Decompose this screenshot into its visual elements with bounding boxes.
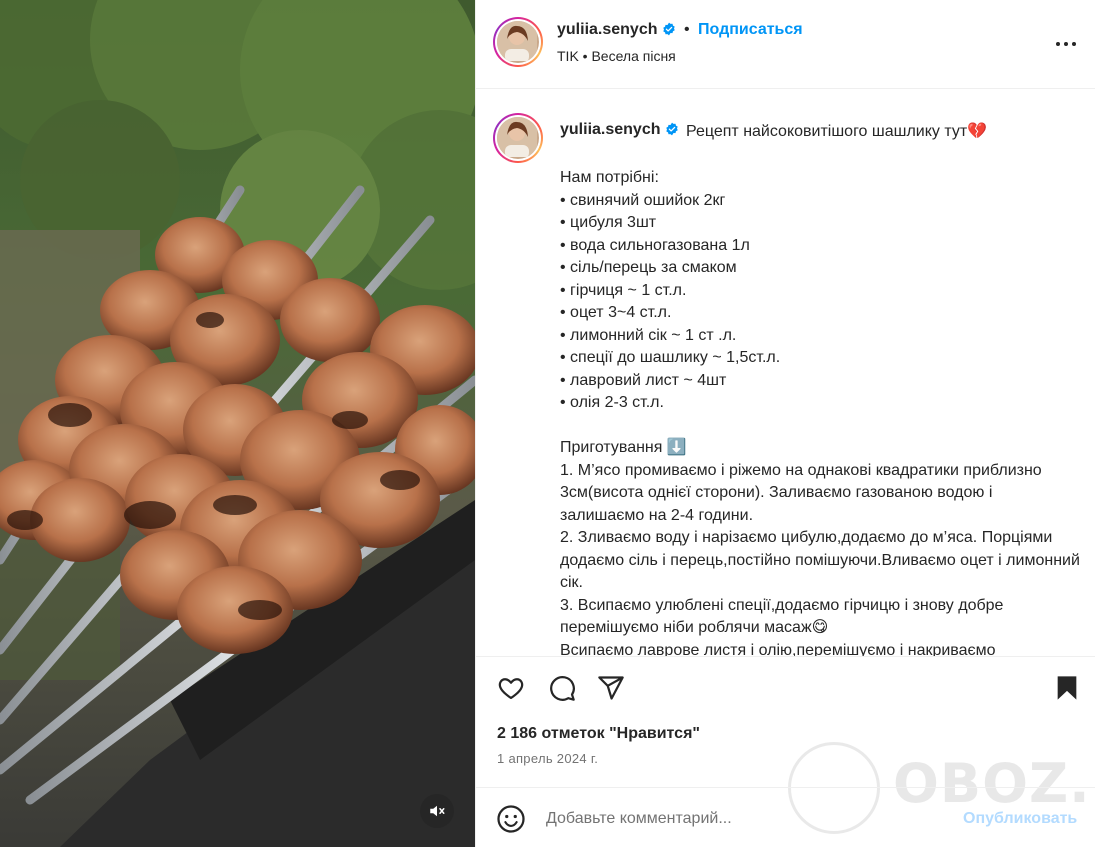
avatar-photo bbox=[497, 21, 537, 63]
ingredient-item: • лимонний сік ~ 1 ст .л. bbox=[560, 326, 737, 344]
verified-badge-icon bbox=[662, 22, 675, 36]
share-icon bbox=[598, 676, 624, 700]
ingredient-item: • сіль/перець за смаком bbox=[560, 259, 737, 276]
comment-bar: Опубликовать bbox=[476, 787, 1095, 847]
verified-badge-icon bbox=[665, 122, 678, 136]
post-side-panel: yuliia.senych • Подписаться TIK • Весела… bbox=[475, 0, 1095, 847]
ingredient-item: • свинячий ошийок 2кг bbox=[560, 191, 726, 209]
save-button[interactable] bbox=[1052, 673, 1082, 703]
step-paragraph: 3. Всипаємо улюблені спеції,додаємо гірч… bbox=[560, 596, 1004, 637]
ingredient-item: • лавровий лист ~ 4шт bbox=[560, 371, 727, 389]
comment-input[interactable] bbox=[546, 806, 966, 832]
caption-username[interactable]: yuliia.senych bbox=[560, 121, 679, 139]
post-header: yuliia.senych • Подписаться TIK • Весела… bbox=[476, 0, 1095, 89]
caption-title: Рецепт найсоковитішого шашлику тут💔 bbox=[686, 123, 988, 140]
caption-author-avatar[interactable] bbox=[493, 113, 543, 163]
heart-icon bbox=[498, 678, 524, 700]
author-avatar[interactable] bbox=[493, 17, 543, 67]
avatar-photo bbox=[497, 117, 537, 159]
post-date[interactable]: 1 апрель 2024 г. bbox=[497, 751, 598, 766]
share-button[interactable] bbox=[596, 673, 626, 703]
step-paragraph: Всипаємо лаврове листя і олію,перемішуєм… bbox=[560, 641, 996, 657]
follow-button[interactable]: Подписаться bbox=[698, 21, 803, 39]
post-actions-bar bbox=[476, 656, 1095, 716]
kebab-photo bbox=[0, 0, 475, 847]
more-icon bbox=[1056, 42, 1076, 46]
caption-scroll-area[interactable]: yuliia.senych Рецепт найсоковитішого шаш… bbox=[476, 90, 1095, 656]
comment-button[interactable] bbox=[547, 673, 577, 703]
more-options-button[interactable] bbox=[1052, 30, 1080, 58]
ingredient-item: • гірчиця ~ 1 ст.л. bbox=[560, 281, 687, 299]
ingredient-item: • цибуля 3шт bbox=[560, 214, 657, 231]
ingredient-item: • оцет 3~4 ст.л. bbox=[560, 304, 672, 321]
emoji-icon bbox=[497, 805, 525, 833]
step-paragraph: 2. Зливаємо воду і нарізаємо цибулю,дода… bbox=[560, 529, 1080, 591]
publish-button[interactable]: Опубликовать bbox=[963, 810, 1077, 828]
post-media-video[interactable] bbox=[0, 0, 475, 847]
caption-line: Нам потрібні: bbox=[560, 169, 659, 186]
likes-count[interactable]: 2 186 отметок "Нравится" bbox=[497, 725, 700, 743]
emoji-button[interactable] bbox=[496, 804, 526, 834]
author-username[interactable]: yuliia.senych bbox=[557, 21, 676, 39]
step-paragraph: 1. М’ясо промиваємо і ріжемо на однакові… bbox=[560, 461, 1042, 524]
caption-line: Приготування ⬇️ bbox=[560, 439, 687, 456]
bookmark-icon bbox=[1057, 676, 1077, 700]
ingredient-item: • вода сильногазована 1л bbox=[560, 236, 750, 254]
mute-button[interactable] bbox=[420, 794, 454, 828]
caption-body: Нам потрібні: • свинячий ошийок 2кг • ци… bbox=[560, 167, 1080, 656]
audio-track-link[interactable]: TIK • Весела пісня bbox=[557, 48, 676, 64]
volume-muted-icon bbox=[430, 805, 445, 817]
header-separator: • bbox=[684, 21, 690, 38]
like-button[interactable] bbox=[496, 673, 526, 703]
comment-icon bbox=[550, 676, 575, 701]
ingredient-item: • спеції до шашлику ~ 1,5ст.л. bbox=[560, 349, 781, 366]
ingredient-item: • олія 2-3 ст.л. bbox=[560, 394, 664, 411]
